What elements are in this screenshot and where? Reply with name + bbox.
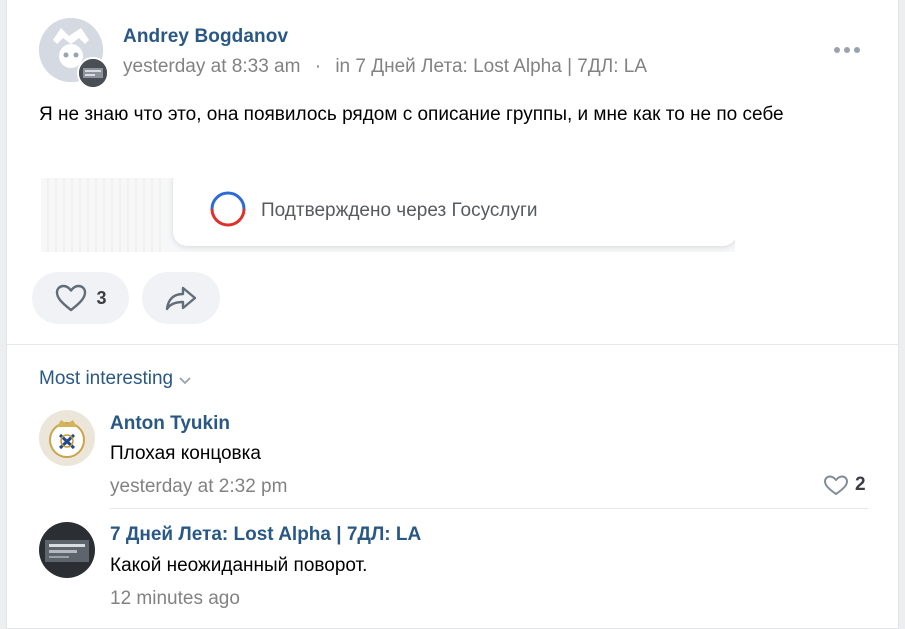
- comment-avatar[interactable]: [39, 410, 95, 466]
- post-location[interactable]: in 7 Дней Лета: Lost Alpha | 7ДЛ: LA: [335, 56, 647, 77]
- post-text: Я не знаю что это, она появилось рядом с…: [39, 104, 784, 125]
- image-left-strip: [41, 178, 167, 252]
- comment-time[interactable]: 12 minutes ago: [110, 588, 240, 610]
- comment-like-count: 2: [855, 474, 866, 495]
- post-image[interactable]: Подтверждено через Госуслуги: [41, 178, 735, 252]
- comments-sort-dropdown[interactable]: Most interesting: [39, 368, 191, 390]
- gosuslugi-caption: Подтверждено через Госуслуги: [261, 200, 538, 221]
- comment-author[interactable]: Anton Tyukin: [110, 413, 230, 435]
- share-icon: [165, 286, 197, 311]
- comment-author[interactable]: 7 Дней Лета: Lost Alpha | 7ДЛ: LA: [110, 524, 421, 546]
- meta-separator: ·: [314, 56, 322, 77]
- post-meta: yesterday at 8:33 am · in 7 Дней Лета: L…: [123, 56, 647, 78]
- author-name[interactable]: Andrey Bogdanov: [123, 26, 288, 48]
- comment-avatar[interactable]: [39, 522, 95, 578]
- post-card: Andrey Bogdanov yesterday at 8:33 am · i…: [6, 0, 899, 629]
- share-button[interactable]: [142, 272, 220, 324]
- like-button[interactable]: 3: [32, 272, 129, 324]
- comment-like-button[interactable]: 2: [823, 474, 866, 496]
- comment-time[interactable]: yesterday at 2:32 pm: [110, 476, 287, 498]
- gosuslugi-badge: Подтверждено через Госуслуги: [173, 178, 735, 246]
- comment-text: Какой неожиданный поворот.: [110, 555, 368, 576]
- like-count: 3: [96, 287, 107, 308]
- post-time[interactable]: yesterday at 8:33 am: [123, 56, 300, 77]
- comment-divider: [110, 508, 868, 509]
- more-icon: [834, 47, 860, 53]
- sort-label: Most interesting: [39, 368, 174, 389]
- gosuslugi-logo-icon: [210, 191, 246, 227]
- group-avatar-badge[interactable]: [77, 57, 109, 89]
- more-options-button[interactable]: [829, 36, 865, 64]
- heart-icon: [824, 475, 848, 495]
- heart-icon: [56, 284, 87, 312]
- divider: [7, 344, 898, 345]
- comment-text: Плохая концовка: [110, 443, 261, 464]
- chevron-down-icon: [179, 377, 191, 385]
